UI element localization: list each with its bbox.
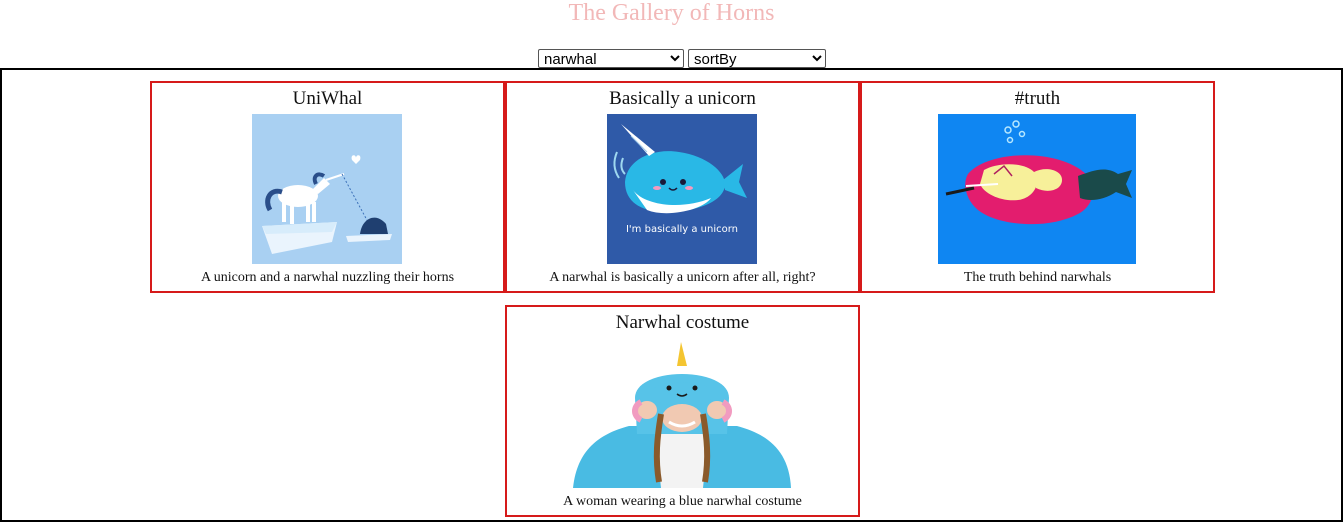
filter-controls: narwhal sortBy [538,49,826,68]
card-image[interactable]: I'm basically a unicorn [607,114,757,264]
horn-card[interactable]: Basically a unicorn I'm basically a unic… [505,81,860,293]
card-title: #truth [1014,88,1061,109]
card-description: A woman wearing a blue narwhal costume [563,494,802,509]
page-title: The Gallery of Horns [568,0,775,26]
card-title: Basically a unicorn [609,88,756,109]
unicorn-narwhal-illustration [252,114,402,264]
card-image[interactable] [938,114,1136,264]
card-description: A narwhal is basically a unicorn after a… [549,270,816,285]
narwhal-costume-photo [569,338,795,488]
cartoon-narwhal-illustration: I'm basically a unicorn [607,114,757,264]
card-image[interactable] [569,338,795,488]
card-title: Narwhal costume [615,312,750,333]
gallery: UniWhal A unicorn and a narwhal nuzzling… [0,68,1343,522]
card-description: A unicorn and a narwhal nuzzling their h… [200,270,455,285]
image-caption-text: I'm basically a unicorn [626,224,738,235]
horn-card[interactable]: Narwhal costume A woman wearing a blue n… [505,305,860,517]
card-title: UniWhal [292,88,363,109]
sort-select[interactable]: sortBy [688,49,826,68]
horn-card[interactable]: UniWhal A unicorn and a narwhal nuzzling… [150,81,505,293]
card-image[interactable] [252,114,402,264]
card-description: The truth behind narwhals [963,270,1112,285]
truth-narwhal-illustration [938,114,1136,264]
horn-card[interactable]: #truth The truth behind narwhals [860,81,1215,293]
keyword-select[interactable]: narwhal [538,49,684,68]
